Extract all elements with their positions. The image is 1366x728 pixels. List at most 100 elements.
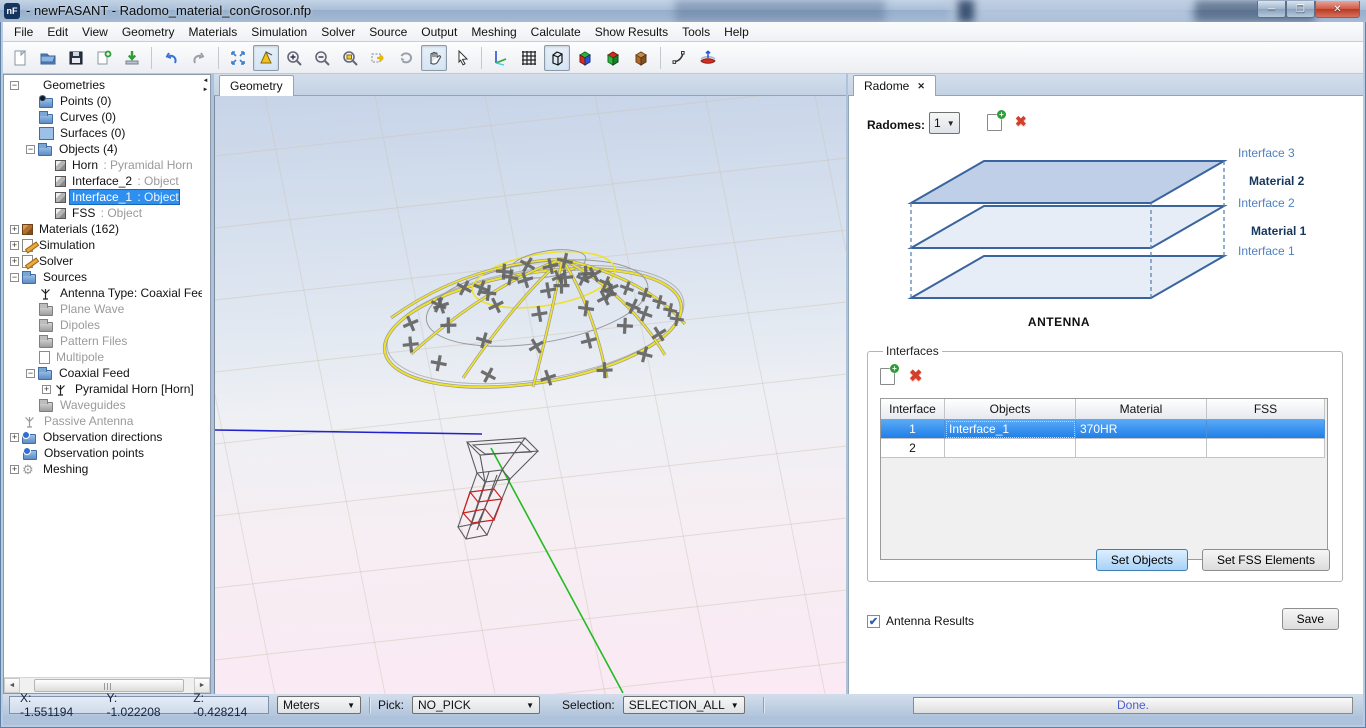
tree-item-observation-directions[interactable]: +Observation directions (4, 429, 202, 445)
menu-item-file[interactable]: File (7, 23, 40, 41)
cell-material[interactable]: 370HR (1076, 420, 1207, 439)
cell-material[interactable] (1076, 439, 1207, 458)
collapse-left-icon[interactable]: ◄ (203, 77, 209, 86)
menu-item-output[interactable]: Output (414, 23, 464, 41)
tree-item-pattern-files[interactable]: Pattern Files (4, 333, 202, 349)
expand-icon[interactable]: + (10, 433, 19, 442)
antenna-results-checkbox[interactable]: ✔ (867, 615, 880, 628)
expand-icon[interactable]: + (42, 385, 51, 394)
grid-icon[interactable] (516, 45, 542, 71)
menu-item-simulation[interactable]: Simulation (244, 23, 314, 41)
tree-item-fss[interactable]: FSS : Object (4, 205, 202, 221)
perspective-view-icon[interactable] (253, 45, 279, 71)
tree-item-dipoles[interactable]: Dipoles (4, 317, 202, 333)
collapse-icon[interactable]: − (26, 369, 35, 378)
pick-select[interactable]: NO_PICK▼ (412, 696, 540, 714)
tab-geometry[interactable]: Geometry (219, 75, 294, 96)
menu-item-calculate[interactable]: Calculate (524, 23, 588, 41)
interfaces-table[interactable]: InterfaceObjectsMaterialFSS1Interface_13… (880, 398, 1328, 560)
tree-item-observation-points[interactable]: Observation points (4, 445, 202, 461)
zoom-window-icon[interactable] (337, 45, 363, 71)
delete-radome-icon[interactable]: ✖ (1015, 113, 1027, 130)
tree-item-waveguides[interactable]: Waveguides (4, 397, 202, 413)
select-cursor-icon[interactable] (449, 45, 475, 71)
column-header-objects[interactable]: Objects (945, 399, 1076, 420)
cell-fss[interactable] (1207, 420, 1325, 439)
tree-item-meshing[interactable]: +⚙Meshing (4, 461, 202, 477)
tab-close-icon[interactable]: ✕ (917, 81, 925, 92)
set-fss-button[interactable]: Set FSS Elements (1202, 549, 1330, 571)
tree-item-pyramidal-horn-horn[interactable]: +Pyramidal Horn [Horn] (4, 381, 202, 397)
collapse-icon[interactable]: − (10, 81, 19, 90)
far-field-tool-icon[interactable] (695, 45, 721, 71)
tree-item-interface-1[interactable]: Interface_1 : Object (4, 189, 202, 205)
import-icon[interactable] (119, 45, 145, 71)
tree-item-materials-162[interactable]: +Materials (162) (4, 221, 202, 237)
menu-item-edit[interactable]: Edit (40, 23, 75, 41)
cell-fss[interactable] (1207, 439, 1325, 458)
menu-item-source[interactable]: Source (362, 23, 414, 41)
restore-button[interactable]: ❐ (1286, 1, 1315, 18)
zoom-in-icon[interactable] (281, 45, 307, 71)
move-view-icon[interactable] (365, 45, 391, 71)
undo-icon[interactable] (158, 45, 184, 71)
save-button[interactable]: Save (1282, 608, 1339, 630)
delete-interface-icon[interactable]: ✖ (909, 366, 922, 386)
open-file-icon[interactable] (35, 45, 61, 71)
view-solid-brown-icon[interactable] (628, 45, 654, 71)
column-header-fss[interactable]: FSS (1207, 399, 1325, 420)
close-button[interactable]: ✕ (1315, 1, 1360, 18)
tree-item-interface-2[interactable]: Interface_2 : Object (4, 173, 202, 189)
new-project-icon[interactable] (91, 45, 117, 71)
scroll-left-arrow[interactable]: ◄ (4, 678, 20, 693)
add-interface-icon[interactable]: + (880, 368, 895, 385)
cell-objects[interactable]: Interface_1 (945, 420, 1076, 439)
menu-item-meshing[interactable]: Meshing (464, 23, 523, 41)
rotate-view-icon[interactable] (393, 45, 419, 71)
selection-select[interactable]: SELECTION_ALL▼ (623, 696, 745, 714)
tree-item-objects-4[interactable]: −Objects (4) (4, 141, 202, 157)
radomes-count-select[interactable]: 1▼ (929, 112, 960, 134)
curvature-tool-icon[interactable] (667, 45, 693, 71)
view-solid-green-icon[interactable] (600, 45, 626, 71)
table-row-interface-2[interactable]: 2 (881, 439, 1327, 458)
expand-icon[interactable]: + (10, 225, 19, 234)
expand-icon[interactable]: + (10, 241, 19, 250)
minimize-button[interactable]: ─ (1257, 1, 1286, 18)
tree-item-antenna-type-coaxial-feed[interactable]: Antenna Type: Coaxial Feed (4, 285, 202, 301)
pan-icon[interactable] (421, 45, 447, 71)
title-bar[interactable]: nF - newFASANT - Radomo_material_conGros… (0, 0, 1366, 22)
tree-item-solver[interactable]: +Solver (4, 253, 202, 269)
column-header-material[interactable]: Material (1076, 399, 1207, 420)
collapse-icon[interactable]: − (10, 273, 19, 282)
view-solid-rgb-icon[interactable] (572, 45, 598, 71)
view-wireframe-icon[interactable] (544, 45, 570, 71)
menu-item-show-results[interactable]: Show Results (588, 23, 675, 41)
tree-item-simulation[interactable]: +Simulation (4, 237, 202, 253)
splitter-collapse-arrows[interactable]: ◄► (202, 77, 209, 101)
redo-icon[interactable] (186, 45, 212, 71)
collapse-icon[interactable]: − (26, 145, 35, 154)
expand-icon[interactable]: + (10, 465, 19, 474)
tree-item-points-0[interactable]: Points (0) (4, 93, 202, 109)
tree-item-sources[interactable]: −Sources (4, 269, 202, 285)
menu-item-help[interactable]: Help (717, 23, 756, 41)
tree-item-passive-antenna[interactable]: Passive Antenna (4, 413, 202, 429)
add-radome-icon[interactable]: + (987, 114, 1002, 131)
new-file-icon[interactable] (7, 45, 33, 71)
table-row-interface-1[interactable]: 1Interface_1370HR (881, 420, 1327, 439)
column-header-interface[interactable]: Interface (881, 399, 945, 420)
fit-view-icon[interactable] (225, 45, 251, 71)
menu-item-solver[interactable]: Solver (314, 23, 362, 41)
cell-objects[interactable] (945, 439, 1076, 458)
cell-interface[interactable]: 2 (881, 439, 945, 458)
collapse-right-icon[interactable]: ► (203, 86, 209, 95)
axes-icon[interactable] (488, 45, 514, 71)
tree-item-horn[interactable]: Horn : Pyramidal Horn (4, 157, 202, 173)
tree-item-plane-wave[interactable]: Plane Wave (4, 301, 202, 317)
zoom-out-icon[interactable] (309, 45, 335, 71)
set-objects-button[interactable]: Set Objects (1096, 549, 1188, 571)
save-icon[interactable] (63, 45, 89, 71)
tree-item-curves-0[interactable]: Curves (0) (4, 109, 202, 125)
tree-item-coaxial-feed[interactable]: −Coaxial Feed (4, 365, 202, 381)
